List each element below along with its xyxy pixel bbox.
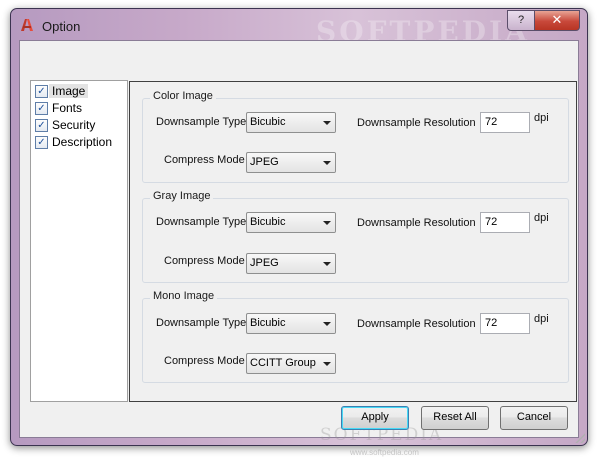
fonts-checkbox[interactable]: ✓ — [35, 102, 48, 115]
input-value: 72 — [485, 317, 498, 329]
help-button[interactable]: ? — [507, 10, 535, 31]
security-checkbox[interactable]: ✓ — [35, 119, 48, 132]
chevron-down-icon — [319, 254, 335, 273]
selected-value: JPEG — [250, 257, 279, 269]
tree-item-label: Description — [52, 135, 113, 149]
watermark-url: www.softpedia.com — [350, 448, 419, 457]
color-image-group: Color Image Downsample Type Bicubic Down… — [142, 90, 569, 183]
close-button[interactable]: ✕ — [534, 10, 580, 31]
selected-value: Bicubic — [250, 116, 286, 128]
tree-item-fonts[interactable]: ✓ Fonts — [31, 100, 127, 116]
compress-mode-select[interactable]: JPEG — [246, 253, 336, 274]
selected-value: JPEG — [250, 156, 279, 168]
dialog-body: ✓ Image ✓ Fonts ✓ Security ✓ Description… — [19, 40, 579, 457]
resize-grip-icon[interactable] — [575, 433, 585, 443]
tree-item-description[interactable]: ✓ Description — [31, 134, 127, 150]
compress-mode-label: Compress Mode — [164, 255, 245, 267]
group-title: Gray Image — [150, 190, 214, 202]
chevron-down-icon — [319, 113, 335, 132]
dpi-unit-label: dpi — [534, 112, 549, 124]
resolution-label: Downsample Resolution — [357, 117, 476, 129]
resolution-input[interactable]: 72 — [480, 212, 530, 233]
tree-item-security[interactable]: ✓ Security — [31, 117, 127, 133]
group-title: Color Image — [150, 90, 216, 102]
resolution-label: Downsample Resolution — [357, 217, 476, 229]
tree-item-label: Security — [52, 118, 96, 132]
selected-value: CCITT Group 4 — [250, 357, 325, 369]
downsample-type-label: Downsample Type — [156, 216, 247, 228]
apply-button[interactable]: Apply — [341, 406, 409, 430]
dpi-unit-label: dpi — [534, 212, 549, 224]
gray-image-group: Gray Image Downsample Type Bicubic Downs… — [142, 190, 569, 283]
option-dialog: Option SOFTPEDIA ? ✕ ✓ Image ✓ Fonts ✓ S… — [10, 8, 588, 457]
image-settings-panel: Color Image Downsample Type Bicubic Down… — [129, 81, 577, 402]
reset-all-button[interactable]: Reset All — [421, 406, 489, 430]
mono-image-group: Mono Image Downsample Type Bicubic Downs… — [142, 290, 569, 383]
resolution-label: Downsample Resolution — [357, 318, 476, 330]
description-checkbox[interactable]: ✓ — [35, 136, 48, 149]
chevron-down-icon — [319, 153, 335, 172]
dpi-unit-label: dpi — [534, 313, 549, 325]
chevron-down-icon — [319, 314, 335, 333]
resolution-input[interactable]: 72 — [480, 112, 530, 133]
selected-value: Bicubic — [250, 317, 286, 329]
image-checkbox[interactable]: ✓ — [35, 85, 48, 98]
input-value: 72 — [485, 216, 498, 228]
selected-value: Bicubic — [250, 216, 286, 228]
tree-item-label: Image — [49, 84, 89, 98]
category-tree: ✓ Image ✓ Fonts ✓ Security ✓ Description — [30, 80, 128, 402]
downsample-type-label: Downsample Type — [156, 116, 247, 128]
compress-mode-select[interactable]: CCITT Group 4 — [246, 353, 336, 374]
app-logo-icon — [21, 19, 33, 31]
downsample-type-select[interactable]: Bicubic — [246, 212, 336, 233]
chevron-down-icon — [319, 213, 335, 232]
chevron-down-icon — [319, 354, 335, 373]
input-value: 72 — [485, 116, 498, 128]
resolution-input[interactable]: 72 — [480, 313, 530, 334]
tree-item-label: Fonts — [52, 101, 83, 115]
cancel-button[interactable]: Cancel — [500, 406, 568, 430]
downsample-type-select[interactable]: Bicubic — [246, 313, 336, 334]
tree-item-image[interactable]: ✓ Image — [31, 83, 127, 99]
window-title: Option — [42, 19, 81, 34]
downsample-type-label: Downsample Type — [156, 317, 247, 329]
compress-mode-label: Compress Mode — [164, 355, 245, 367]
compress-mode-label: Compress Mode — [164, 154, 245, 166]
title-bar[interactable]: Option SOFTPEDIA ? ✕ — [11, 9, 587, 48]
group-title: Mono Image — [150, 290, 218, 302]
downsample-type-select[interactable]: Bicubic — [246, 112, 336, 133]
compress-mode-select[interactable]: JPEG — [246, 152, 336, 173]
